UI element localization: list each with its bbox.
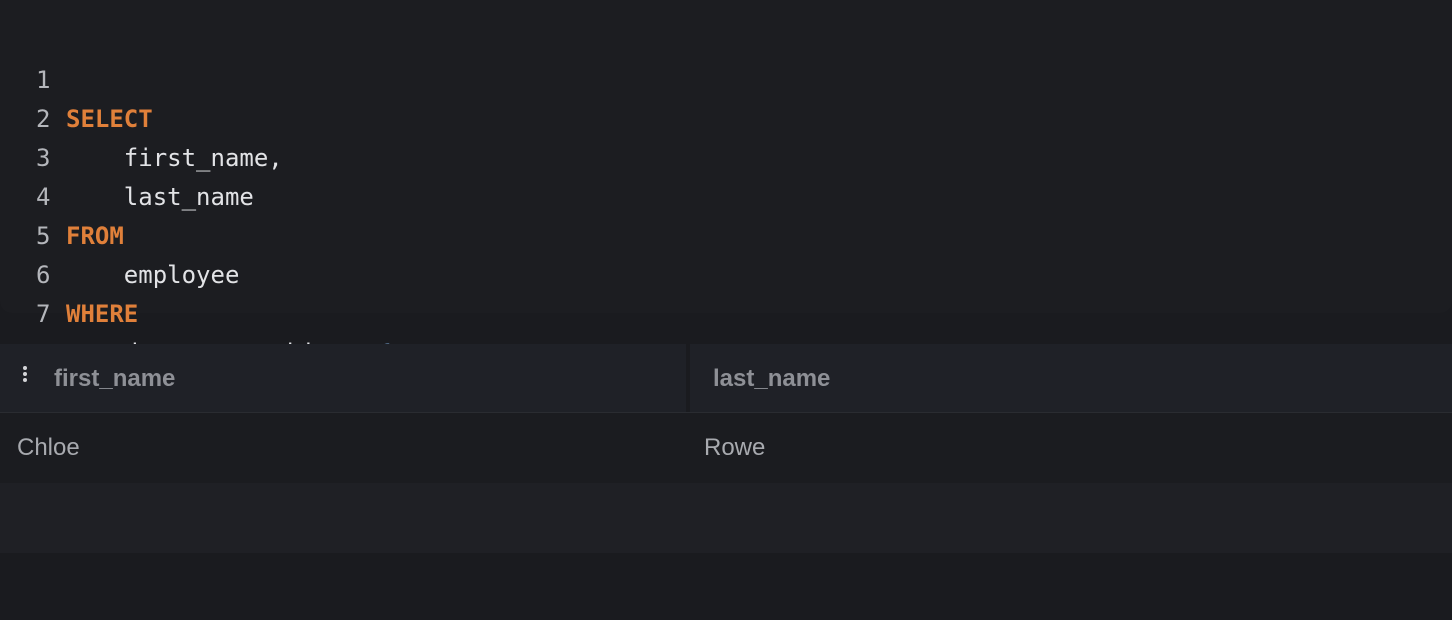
sql-keyword: SELECT [66,105,153,133]
code-line-4: 4 FROM [0,139,124,250]
results-grid: first_name last_name Chloe Rowe [0,344,1452,553]
cell-first-name[interactable]: Chloe [17,413,80,483]
column-resize-handle[interactable] [686,344,690,412]
code-line-6: 6 WHERE [0,217,138,328]
column-header-first-name[interactable]: first_name [54,344,175,412]
vertical-dots-icon[interactable] [19,366,31,388]
code-text: employee [66,261,240,289]
line-number: 7 [36,300,51,328]
sql-keyword: FROM [66,222,124,250]
code-line-5: 5 employee [0,178,239,289]
code-line-1: 1 SELECT [0,22,153,133]
column-header-last-name[interactable]: last_name [713,344,830,412]
code-text: last_name [66,183,254,211]
sql-keyword: WHERE [66,300,139,328]
code-line-7: 7 department_id = 1 [0,256,394,367]
code-text: first_name, [66,144,283,172]
results-header-row: first_name last_name [0,344,1452,413]
table-row[interactable]: Chloe Rowe [0,413,1452,483]
cell-last-name[interactable]: Rowe [704,413,765,483]
code-line-2: 2 first_name, [0,61,283,172]
code-line-3: 3 last_name [0,100,254,211]
empty-row [0,483,1452,553]
sql-editor[interactable]: 1 SELECT 2 first_name, 3 last_name 4 FRO… [0,0,1452,367]
